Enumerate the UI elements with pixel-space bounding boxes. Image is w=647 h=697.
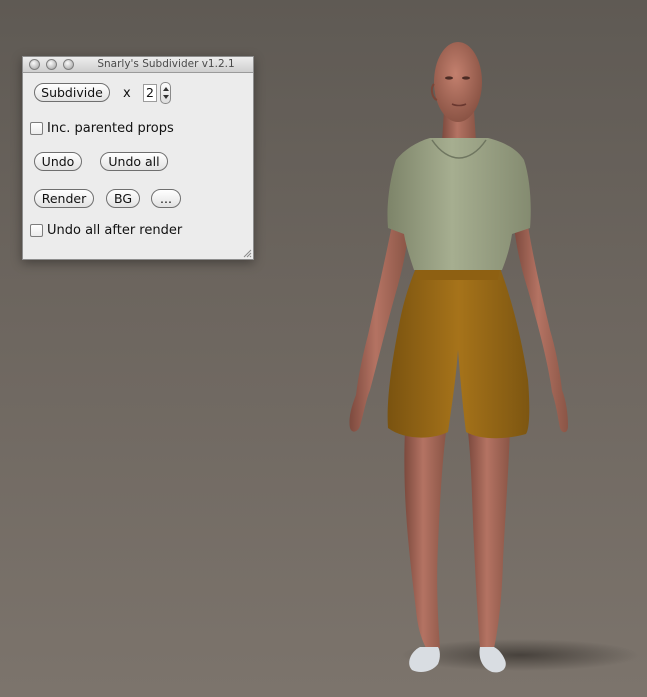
multiplier-symbol: x [123,86,131,101]
resize-grip-icon[interactable] [242,248,252,258]
left-leg [404,430,446,648]
zoom-icon[interactable] [63,59,74,70]
chevron-up-icon[interactable] [163,87,169,91]
title-bar[interactable]: Snarly's Subdivider v1.2.1 [23,57,253,73]
3d-viewport[interactable]: Snarly's Subdivider v1.2.1 Subdivide x 2… [0,0,647,697]
minimize-icon[interactable] [46,59,57,70]
chevron-down-icon[interactable] [163,95,169,99]
level-stepper[interactable] [160,82,171,104]
eye-right [462,76,470,80]
undo-all-after-render-checkbox[interactable] [30,224,43,237]
inc-parented-props-label: Inc. parented props [47,121,174,136]
shorts [387,268,530,439]
subdivide-button[interactable]: Subdivide [34,83,110,102]
undo-all-after-render-label: Undo all after render [47,223,183,238]
head [434,42,482,122]
window-title: Snarly's Subdivider v1.2.1 [97,58,235,70]
more-options-button[interactable]: ... [151,189,181,208]
inc-parented-props-checkbox[interactable] [30,122,43,135]
close-icon[interactable] [29,59,40,70]
subdivision-level-field[interactable]: 2 [143,84,157,102]
undo-all-button[interactable]: Undo all [100,152,168,171]
bg-button[interactable]: BG [106,189,140,208]
render-button[interactable]: Render [34,189,94,208]
subdivider-palette: Snarly's Subdivider v1.2.1 Subdivide x 2… [22,56,254,260]
undo-button[interactable]: Undo [34,152,82,171]
eye-left [445,76,453,80]
right-leg [468,430,510,648]
